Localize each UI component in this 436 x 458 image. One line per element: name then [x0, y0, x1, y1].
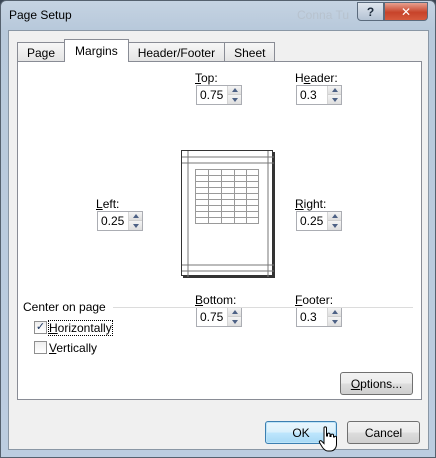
arrow-up-icon	[331, 310, 338, 314]
arrow-up-icon	[331, 88, 338, 92]
right-margin-spinner[interactable]: 0.25	[296, 211, 342, 231]
section-divider	[113, 307, 413, 308]
header-margin-increment[interactable]	[328, 86, 341, 95]
footer-margin-spinner[interactable]: 0.3	[296, 307, 342, 327]
arrow-down-icon	[132, 223, 139, 228]
arrow-up-icon	[231, 310, 238, 314]
header-margin-decrement[interactable]	[328, 95, 341, 104]
bottom-margin-value[interactable]: 0.75	[200, 310, 223, 324]
top-margin-decrement[interactable]	[228, 95, 241, 104]
bottom-margin-label: Bottom:	[195, 293, 237, 307]
footer-margin-increment[interactable]	[328, 308, 341, 317]
vertically-label[interactable]: Vertically	[49, 341, 97, 355]
header-margin-value[interactable]: 0.3	[300, 88, 317, 102]
arrow-down-icon	[231, 97, 238, 102]
arrow-down-icon	[331, 97, 338, 102]
header-margin-spinner[interactable]: 0.3	[296, 85, 342, 105]
footer-margin-label: Footer:	[295, 293, 334, 307]
center-on-page-title: Center on page	[23, 300, 106, 314]
close-icon: ✕	[400, 4, 412, 19]
top-margin-value[interactable]: 0.75	[200, 88, 223, 102]
top-margin-increment[interactable]	[228, 86, 241, 95]
left-margin-label: Left:	[96, 197, 120, 211]
bottom-margin-increment[interactable]	[228, 308, 241, 317]
title-bar[interactable]: Page Setup Conna Tu ? ✕	[1, 1, 435, 29]
tab-sheet[interactable]: Sheet	[224, 42, 276, 62]
left-margin-decrement[interactable]	[129, 221, 142, 230]
right-margin-value[interactable]: 0.25	[300, 214, 323, 228]
tab-page[interactable]: Page	[17, 42, 66, 62]
left-margin-increment[interactable]	[129, 212, 142, 221]
tab-strip: Page Margins Header/Footer Sheet	[17, 39, 276, 62]
page-preview	[181, 150, 274, 277]
right-margin-decrement[interactable]	[328, 221, 341, 230]
help-icon: ?	[366, 4, 375, 19]
footer-margin-decrement[interactable]	[328, 317, 341, 326]
arrow-up-icon	[132, 214, 139, 218]
arrow-down-icon	[331, 223, 338, 228]
top-margin-label: Top:	[195, 71, 218, 85]
dialog-title: Page Setup	[9, 8, 72, 22]
cancel-button[interactable]: Cancel	[347, 421, 420, 444]
left-margin-spinner[interactable]: 0.25	[97, 211, 143, 231]
arrow-up-icon	[331, 214, 338, 218]
bottom-margin-decrement[interactable]	[228, 317, 241, 326]
right-margin-label: Right:	[295, 197, 327, 211]
header-margin-label: Header:	[295, 71, 338, 85]
mouse-pointer-icon	[318, 426, 337, 452]
background-window-text: Conna Tu	[297, 8, 350, 22]
tab-header-footer[interactable]: Header/Footer	[127, 42, 226, 62]
tab-margins[interactable]: Margins	[64, 39, 129, 62]
right-margin-increment[interactable]	[328, 212, 341, 221]
horizontally-label[interactable]: Horizontally	[48, 320, 113, 336]
help-button[interactable]: ?	[357, 2, 384, 21]
top-margin-spinner[interactable]: 0.75	[196, 85, 242, 105]
checkmark-icon: ✓	[35, 321, 46, 333]
arrow-up-icon	[231, 88, 238, 92]
dialog-body: Page Margins Header/Footer Sheet Top: 0.…	[8, 30, 429, 450]
bottom-margin-spinner[interactable]: 0.75	[196, 307, 242, 327]
horizontally-checkbox[interactable]: ✓	[34, 321, 47, 334]
options-button[interactable]: Options...	[340, 372, 413, 395]
footer-margin-value[interactable]: 0.3	[300, 310, 317, 324]
margin-preview-graphic	[182, 151, 274, 277]
arrow-down-icon	[231, 319, 238, 324]
page-setup-dialog: Page Setup Conna Tu ? ✕ Page Margins Hea…	[0, 0, 436, 458]
left-margin-value[interactable]: 0.25	[101, 214, 124, 228]
close-button[interactable]: ✕	[384, 2, 428, 21]
arrow-down-icon	[331, 319, 338, 324]
vertically-checkbox[interactable]	[34, 341, 47, 354]
